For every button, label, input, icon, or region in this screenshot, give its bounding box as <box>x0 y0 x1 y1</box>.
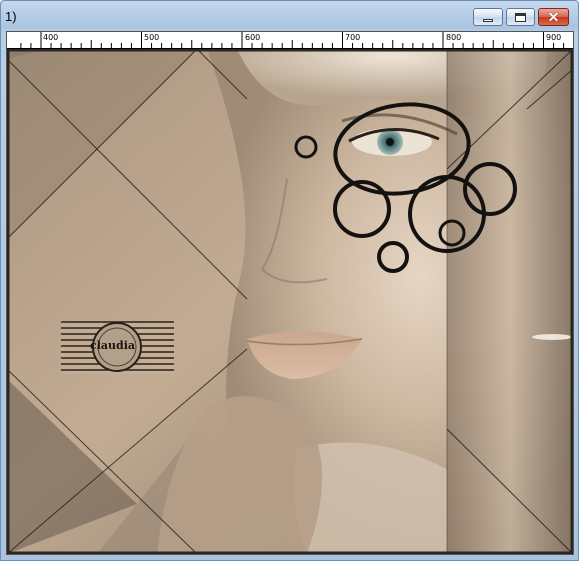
image-canvas[interactable]: claudia <box>7 49 573 554</box>
document-area: 400 500 600 700 800 900 claudia <box>6 31 574 555</box>
artwork <box>7 49 573 554</box>
horizontal-ruler: 400 500 600 700 800 900 <box>7 32 573 49</box>
ruler-label-600: 600 <box>245 33 261 42</box>
ruler-label-900: 900 <box>546 33 562 42</box>
watermark-text: claudia <box>90 339 135 352</box>
image-window: 1) ✕ 400 500 600 700 800 900 claudia <box>0 0 579 561</box>
minimize-button[interactable] <box>473 8 503 26</box>
minimize-icon <box>483 18 493 22</box>
maximize-button[interactable] <box>506 8 535 26</box>
ruler-label-800: 800 <box>446 33 462 42</box>
close-icon: ✕ <box>547 9 560 25</box>
maximize-icon <box>515 12 526 22</box>
title-bar[interactable]: 1) ✕ <box>1 1 578 31</box>
ruler-label-500: 500 <box>144 33 160 42</box>
ruler-label-700: 700 <box>345 33 361 42</box>
ruler-label-400: 400 <box>43 33 59 42</box>
ruler-ticks <box>20 32 565 49</box>
window-title: 1) <box>5 9 17 24</box>
close-button[interactable]: ✕ <box>538 8 569 26</box>
